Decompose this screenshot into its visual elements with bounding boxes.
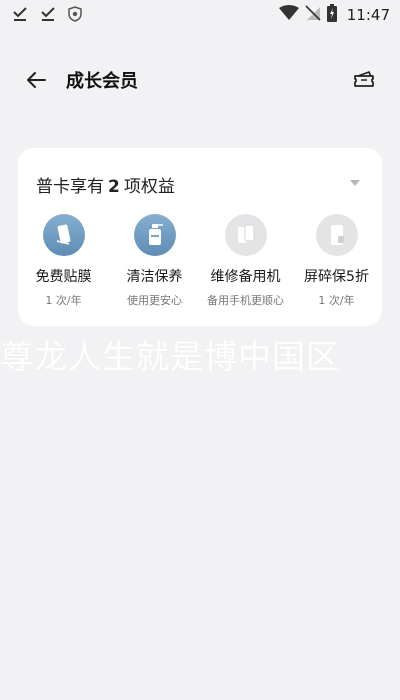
check-icon — [12, 6, 28, 26]
screen-protection-icon — [315, 214, 358, 256]
watermark-text: 尊龙人生就是博中国区 — [0, 337, 340, 376]
benefit-subtitle: 备用手机更顺心 — [207, 294, 284, 307]
cleaning-bottle-icon — [133, 214, 176, 256]
screen-film-icon — [42, 214, 85, 256]
battery-charging-icon — [326, 4, 337, 26]
chevron-down-icon[interactable] — [348, 178, 362, 188]
ticket-button[interactable] — [350, 66, 378, 94]
status-time: 11:47 — [346, 6, 390, 24]
benefit-subtitle: 1 次/年 — [45, 294, 82, 307]
benefit-subtitle: 使用更安心 — [127, 294, 182, 307]
card-title-prefix: 普卡享有 — [36, 177, 104, 197]
benefit-item-spare-phone[interactable]: 维修备用机 备用手机更顺心 — [200, 214, 291, 308]
shield-icon — [68, 6, 82, 26]
card-title-suffix: 项权益 — [123, 177, 175, 197]
benefit-name: 免费贴膜 — [35, 269, 92, 285]
benefit-name: 清洁保养 — [126, 269, 183, 285]
benefit-name: 屏碎保5折 — [304, 269, 369, 285]
app-header: 成长会员 — [0, 62, 400, 98]
no-signal-icon — [305, 5, 321, 25]
back-button[interactable] — [22, 66, 50, 94]
benefit-subtitle: 1 次/年 — [318, 294, 355, 307]
benefits-list: 免费贴膜 1 次/年 清洁保养 使用更安心 维修备用机 备用手机更顺心 屏碎保5… — [18, 214, 382, 308]
card-title: 普卡享有 2 项权益 — [36, 172, 175, 197]
benefit-item-free-film[interactable]: 免费贴膜 1 次/年 — [18, 214, 109, 308]
wifi-icon — [278, 5, 299, 25]
spare-phone-icon — [224, 214, 267, 256]
benefit-item-cleaning[interactable]: 清洁保养 使用更安心 — [109, 214, 200, 308]
check-icon — [40, 6, 56, 26]
benefit-count: 2 — [108, 177, 120, 197]
benefit-item-screen-break[interactable]: 屏碎保5折 1 次/年 — [291, 214, 382, 308]
page-title: 成长会员 — [66, 71, 138, 92]
status-bar: 11:47 — [0, 0, 400, 30]
benefit-name: 维修备用机 — [210, 269, 281, 285]
arrow-left-icon — [27, 72, 46, 88]
ticket-icon — [354, 71, 374, 87]
benefits-card: 普卡享有 2 项权益 免费贴膜 1 次/年 清洁保养 使用更安心 维修备用机 备… — [18, 148, 382, 326]
